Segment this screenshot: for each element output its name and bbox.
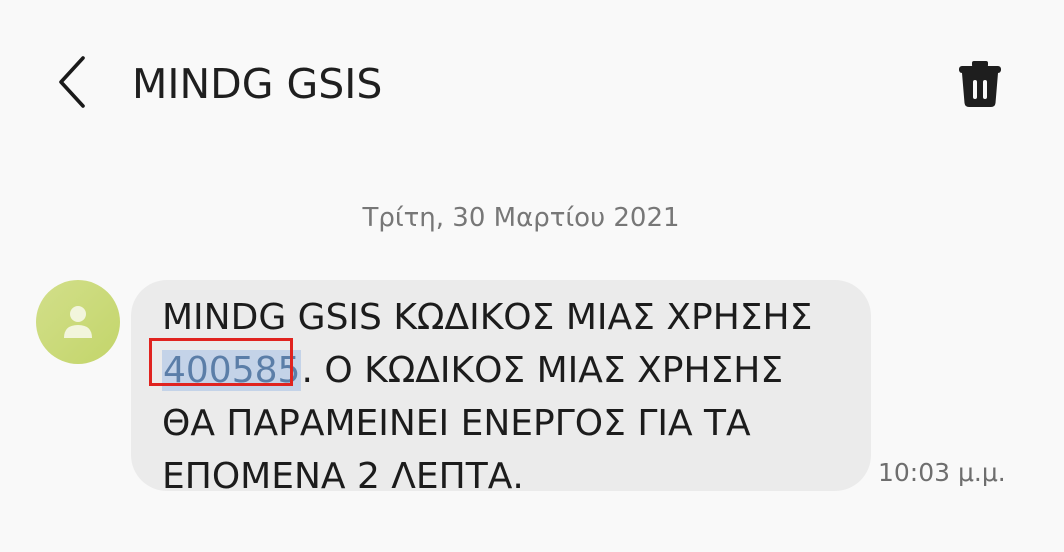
chevron-left-icon [59,56,85,108]
sender-avatar[interactable] [36,280,120,364]
message-line: MINDG GSIS ΚΩΔΙΚΟΣ ΜΙΑΣ ΧΡΗΣΗΣ [162,297,813,338]
message-line: 400585. Ο ΚΩΔΙΚΟΣ ΜΙΑΣ ΧΡΗΣΗΣ [162,344,842,397]
trash-icon [959,61,1001,107]
delete-button[interactable] [950,54,1010,114]
message-line: ΕΠΟΜΕΝΑ 2 ΛΕΠΤΑ. [162,456,524,497]
date-divider: Τρίτη, 30 Μαρτίου 2021 [362,203,680,233]
message-line: ΘΑ ΠΑΡΑΜΕΙΝΕΙ ΕΝΕΡΓΟΣ ΓΙΑ ΤΑ [162,403,751,444]
back-button[interactable] [44,52,100,112]
person-icon [64,306,92,338]
conversation-title: MINDG GSIS [132,60,383,108]
app-header: MINDG GSIS [0,0,1064,170]
message-text: MINDG GSIS ΚΩΔΙΚΟΣ ΜΙΑΣ ΧΡΗΣΗΣ 400585. Ο… [162,291,842,503]
otp-code-link[interactable]: 400585 [162,350,302,391]
message-timestamp: 10:03 μ.μ. [878,458,1006,487]
message-line-rest: . Ο ΚΩΔΙΚΟΣ ΜΙΑΣ ΧΡΗΣΗΣ [301,350,784,391]
